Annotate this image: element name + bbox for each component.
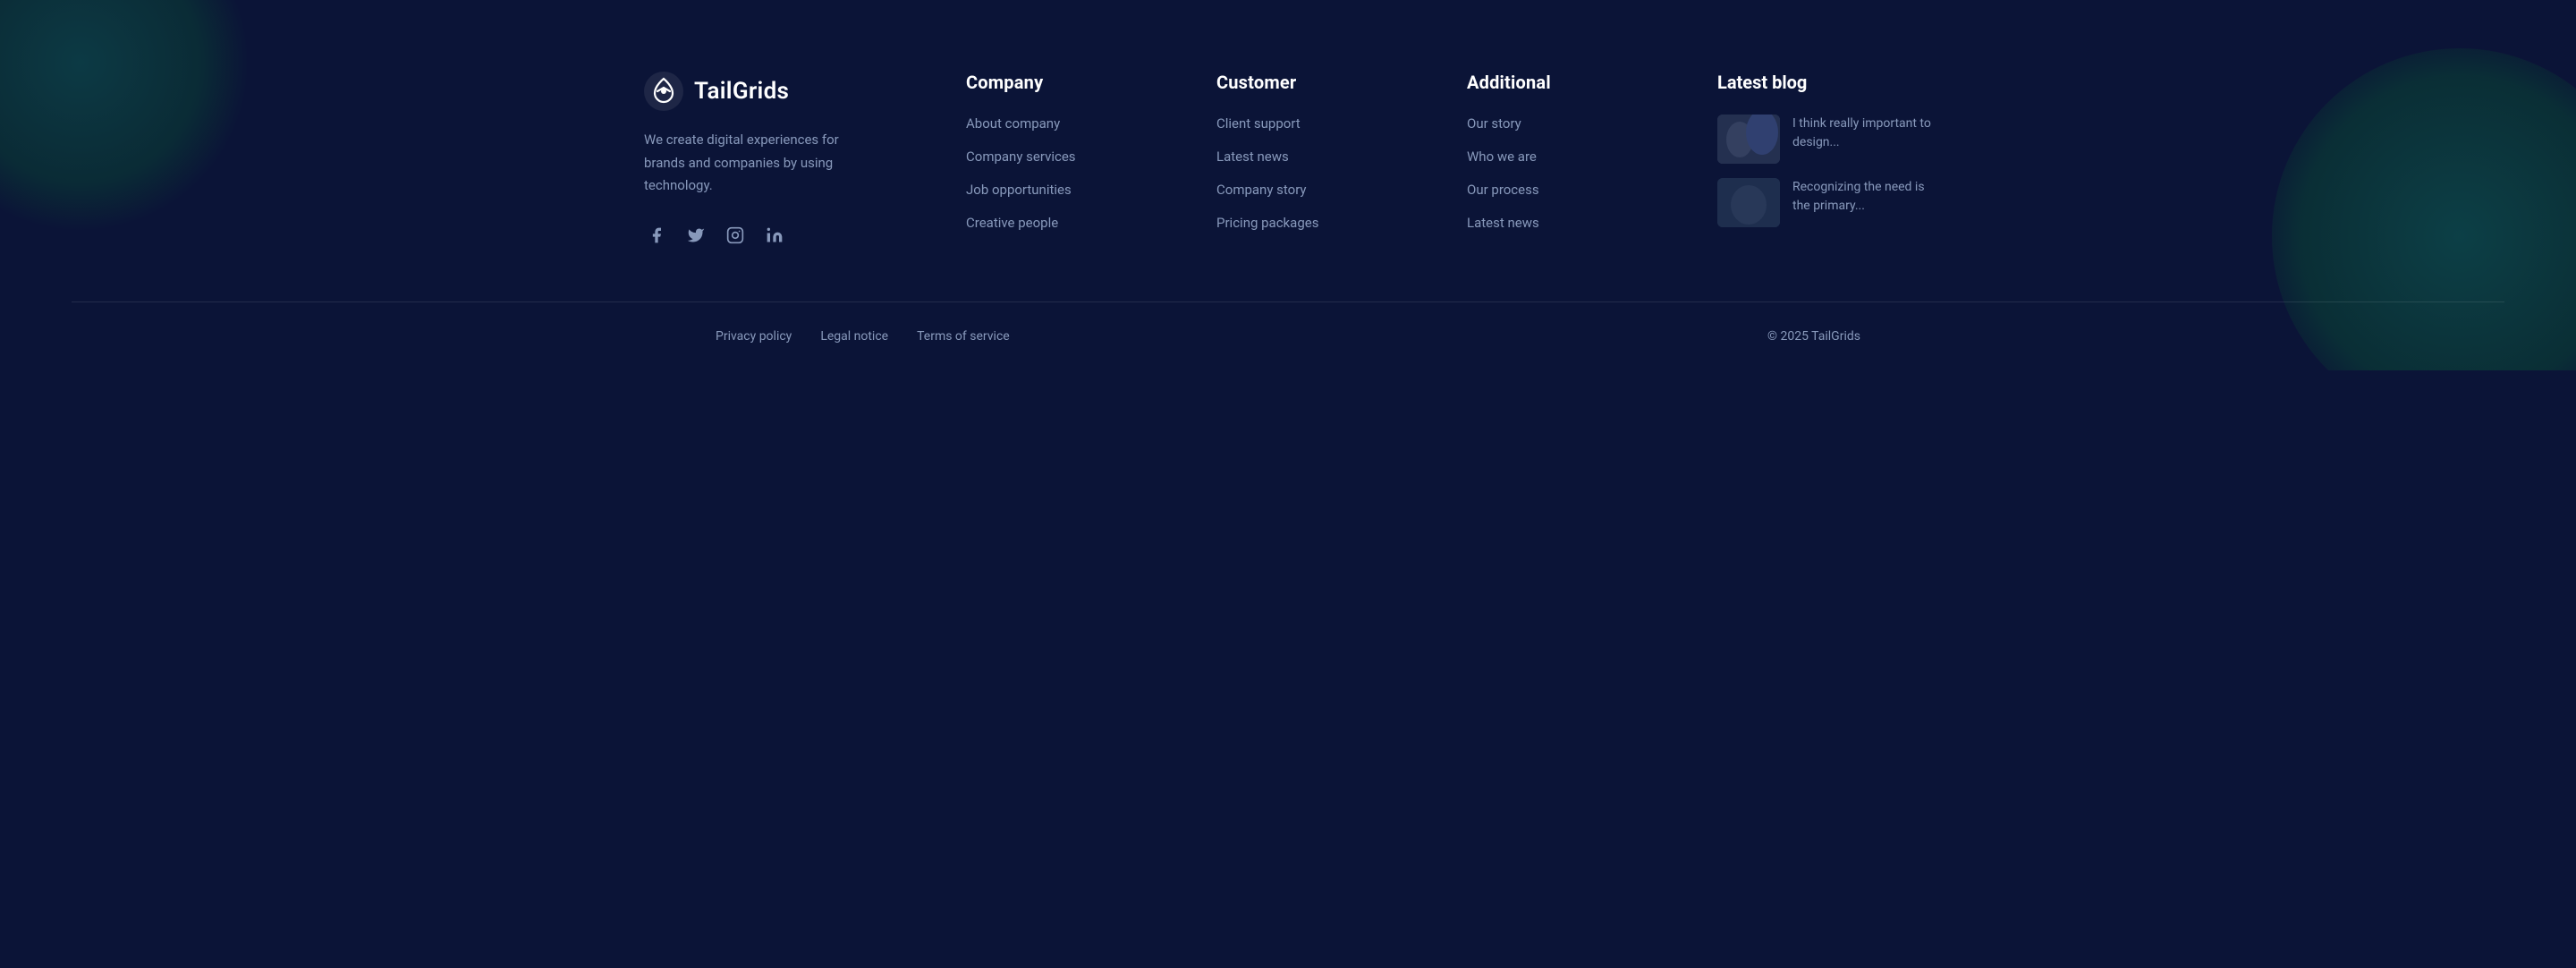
blog-title: Latest blog	[1717, 72, 1932, 93]
customer-column: Customer Client support Latest news Comp…	[1216, 72, 1431, 248]
footer-bottom: Privacy policy Legal notice Terms of ser…	[644, 302, 1932, 370]
facebook-icon[interactable]	[644, 223, 669, 248]
terms-of-service-link[interactable]: Terms of service	[917, 329, 1010, 344]
instagram-icon[interactable]	[723, 223, 748, 248]
blog-post-1-text: I think really important to design...	[1792, 115, 1932, 152]
logo-text: TailGrids	[694, 78, 789, 105]
legal-notice-link[interactable]: Legal notice	[820, 329, 888, 344]
additional-link-news[interactable]: Latest news	[1467, 214, 1682, 233]
customer-link-story[interactable]: Company story	[1216, 181, 1431, 200]
additional-link-process[interactable]: Our process	[1467, 181, 1682, 200]
twitter-icon[interactable]	[683, 223, 708, 248]
customer-link-support[interactable]: Client support	[1216, 115, 1431, 133]
social-links	[644, 223, 930, 248]
footer-main: TailGrids We create digital experiences …	[0, 0, 2576, 301]
brand-column: TailGrids We create digital experiences …	[644, 72, 930, 248]
additional-link-story[interactable]: Our story	[1467, 115, 1682, 133]
blog-column: Latest blog	[1717, 72, 1932, 248]
customer-link-pricing[interactable]: Pricing packages	[1216, 214, 1431, 233]
copyright-text: © 2025 TailGrids	[1767, 329, 1860, 344]
company-link-creative[interactable]: Creative people	[966, 214, 1181, 233]
blog-item-1[interactable]: I think really important to design...	[1717, 115, 1932, 164]
footer-bottom-links: Privacy policy Legal notice Terms of ser…	[716, 329, 1010, 344]
linkedin-icon[interactable]	[762, 223, 787, 248]
logo[interactable]: TailGrids	[644, 72, 930, 111]
footer: TailGrids We create digital experiences …	[0, 0, 2576, 370]
company-link-about[interactable]: About company	[966, 115, 1181, 133]
brand-description: We create digital experiences for brands…	[644, 129, 877, 198]
company-title: Company	[966, 72, 1181, 93]
page-wrapper: TailGrids We create digital experiences …	[0, 0, 2576, 370]
additional-column: Additional Our story Who we are Our proc…	[1467, 72, 1682, 248]
company-column: Company About company Company services J…	[966, 72, 1181, 248]
logo-icon	[644, 72, 683, 111]
company-link-services[interactable]: Company services	[966, 148, 1181, 166]
blog-thumbnail-1	[1717, 115, 1780, 164]
privacy-policy-link[interactable]: Privacy policy	[716, 329, 792, 344]
company-link-jobs[interactable]: Job opportunities	[966, 181, 1181, 200]
additional-link-whoweare[interactable]: Who we are	[1467, 148, 1682, 166]
customer-title: Customer	[1216, 72, 1431, 93]
blog-post-2-text: Recognizing the need is the primary...	[1792, 178, 1932, 216]
blog-item-2[interactable]: Recognizing the need is the primary...	[1717, 178, 1932, 227]
blog-thumbnail-2	[1717, 178, 1780, 227]
customer-link-news[interactable]: Latest news	[1216, 148, 1431, 166]
additional-title: Additional	[1467, 72, 1682, 93]
footer-grid: TailGrids We create digital experiences …	[644, 72, 1932, 248]
